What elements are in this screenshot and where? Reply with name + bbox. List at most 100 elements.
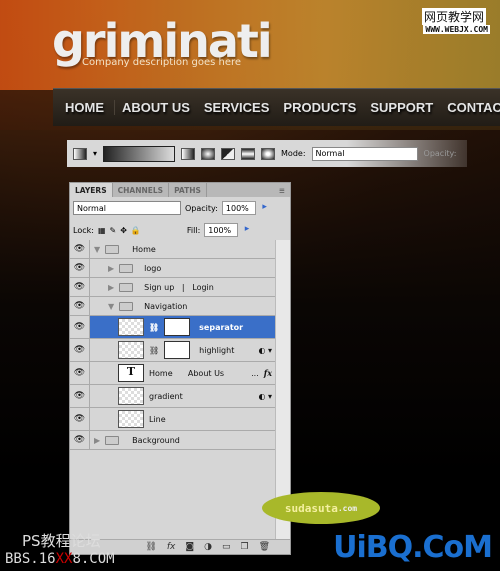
eye-icon[interactable]: 👁 (70, 278, 90, 296)
layer-thumbnail (118, 410, 144, 428)
watermark-left-cn: PS教程论坛 (22, 532, 101, 550)
layers-list: 👁 ▼ Home 👁 ▶ logo 👁 ▶ Sign up | Login 👁 ▼ Naviga… (70, 240, 276, 450)
fx-icon[interactable]: fx (167, 542, 176, 552)
layer-name: Background (132, 435, 180, 445)
layer-name: Sign up | Login (144, 282, 214, 292)
smart-object-thumbnail (118, 318, 144, 336)
link-icon[interactable]: ⛓ (149, 346, 159, 355)
lock-transparency-icon[interactable]: ▦ (98, 226, 106, 235)
new-group-icon[interactable]: ▭ (222, 542, 231, 552)
nav-about[interactable]: ABOUT US (115, 100, 197, 115)
layer-name-ellipsis: ... (251, 368, 259, 378)
eye-icon[interactable]: 👁 (70, 385, 90, 407)
folder-icon (119, 301, 134, 311)
add-mask-icon[interactable]: ◙ (185, 542, 194, 552)
diamond-gradient-icon[interactable] (261, 147, 276, 160)
eye-icon[interactable]: 👁 (70, 362, 90, 384)
opacity-label: Opacity: (423, 149, 457, 158)
trash-icon[interactable]: 🗑 (259, 542, 270, 552)
expand-right-icon[interactable]: ▶ (94, 436, 100, 445)
options-bar: ▾ Mode: Normal Opacity: (67, 140, 467, 167)
layer-name: Line (149, 414, 166, 424)
watermark-top-cn: 网页教学网 (421, 8, 486, 25)
adjustment-layer-icon[interactable]: ◑ (204, 542, 212, 552)
fill-input[interactable]: 100% (204, 223, 249, 237)
eye-icon[interactable]: 👁 (70, 408, 90, 430)
lock-all-icon[interactable]: 🔒 (131, 226, 141, 235)
smart-object-thumbnail (118, 387, 144, 405)
layer-row[interactable]: 👁 ▶ logo (70, 259, 276, 278)
nav-contact[interactable]: CONTAC (440, 100, 500, 115)
eye-icon[interactable]: 👁 (70, 316, 90, 338)
layer-name: Home About Us (149, 368, 225, 378)
layer-row[interactable]: 👁 ▶ Background (70, 431, 276, 450)
lock-label: Lock: (73, 225, 94, 235)
site-tagline: Company description goes here (82, 57, 242, 68)
eye-icon[interactable]: 👁 (70, 259, 90, 277)
folder-icon (119, 263, 134, 273)
sudasuta-watermark: sudasuta .com (262, 492, 380, 524)
eye-icon[interactable]: 👁 (70, 240, 90, 258)
radial-gradient-icon[interactable] (201, 147, 216, 160)
layer-name: highlight (199, 345, 235, 355)
linear-gradient-icon[interactable] (181, 147, 196, 160)
folder-icon (119, 282, 134, 292)
chevron-down-icon[interactable]: ▾ (93, 149, 97, 158)
fill-label: Fill: (186, 225, 201, 235)
lock-position-icon[interactable]: ✥ (120, 226, 127, 235)
layer-row[interactable]: 👁 gradient ◐ ▾ (70, 385, 276, 408)
folder-icon (105, 435, 120, 445)
folder-icon (105, 244, 120, 254)
layer-name: Home (132, 244, 156, 254)
nav-services[interactable]: SERVICES (197, 100, 277, 115)
watermark-uibq: UiBQ.CoM (333, 530, 493, 565)
nav-products[interactable]: PRODUCTS (276, 100, 363, 115)
smart-object-thumbnail (118, 341, 144, 359)
tab-layers[interactable]: LAYERS (70, 183, 113, 197)
effects-icon[interactable]: ◐ ▾ (258, 392, 272, 401)
blend-mode-select[interactable]: Normal (73, 201, 181, 215)
lock-pixels-icon[interactable]: ✎ (110, 226, 117, 235)
gradient-tool-icon[interactable] (73, 147, 87, 160)
layer-name: Navigation (144, 301, 188, 311)
layer-name: separator (199, 322, 244, 332)
layer-row[interactable]: 👁 T Home About Us... fx (70, 362, 276, 385)
layer-name: gradient (149, 391, 183, 401)
link-icon[interactable]: ⛓ (149, 323, 159, 332)
panel-menu-icon[interactable]: ≡ (274, 183, 290, 197)
mask-thumbnail (164, 341, 191, 359)
reflected-gradient-icon[interactable] (241, 147, 256, 160)
layer-row[interactable]: 👁 ▼ Home (70, 240, 276, 259)
mask-thumbnail (164, 318, 191, 336)
layer-row[interactable]: 👁 ⛓ separator (70, 316, 276, 339)
link-layers-icon[interactable]: ⛓ (145, 542, 156, 552)
tab-channels[interactable]: CHANNELS (113, 183, 170, 197)
expand-right-icon[interactable]: ▶ (108, 283, 114, 292)
layer-row[interactable]: 👁 ⛓ highlight ◐ ▾ (70, 339, 276, 362)
mode-select[interactable]: Normal (311, 146, 418, 161)
layer-name: logo (144, 263, 162, 273)
site-nav: HOME ABOUT US SERVICES PRODUCTS SUPPORT … (53, 88, 500, 126)
expand-down-icon[interactable]: ▼ (94, 245, 100, 254)
nav-support[interactable]: SUPPORT (363, 100, 440, 115)
eye-icon[interactable]: 👁 (70, 339, 90, 361)
fx-icon[interactable]: fx (264, 368, 272, 378)
eye-icon[interactable]: 👁 (70, 297, 90, 315)
layers-panel: LAYERS CHANNELS PATHS ≡ Normal Opacity: … (69, 182, 291, 555)
watermark-left-url: BBS.16XX8.COM (5, 551, 115, 567)
text-layer-icon: T (118, 364, 144, 382)
opacity-input[interactable]: 100% (221, 201, 267, 215)
layer-row[interactable]: 👁 ▼ Navigation (70, 297, 276, 316)
effects-icon[interactable]: ◐ ▾ (258, 346, 272, 355)
eye-icon[interactable]: 👁 (70, 431, 90, 449)
angle-gradient-icon[interactable] (221, 147, 236, 160)
expand-right-icon[interactable]: ▶ (108, 264, 114, 273)
gradient-picker[interactable] (103, 145, 176, 162)
tab-paths[interactable]: PATHS (169, 183, 207, 197)
layer-row[interactable]: 👁 ▶ Sign up | Login (70, 278, 276, 297)
new-layer-icon[interactable]: ❐ (240, 542, 248, 552)
nav-home[interactable]: HOME (53, 100, 115, 115)
mode-label: Mode: (281, 149, 306, 158)
layer-row[interactable]: 👁 Line (70, 408, 276, 431)
expand-down-icon[interactable]: ▼ (108, 302, 114, 311)
